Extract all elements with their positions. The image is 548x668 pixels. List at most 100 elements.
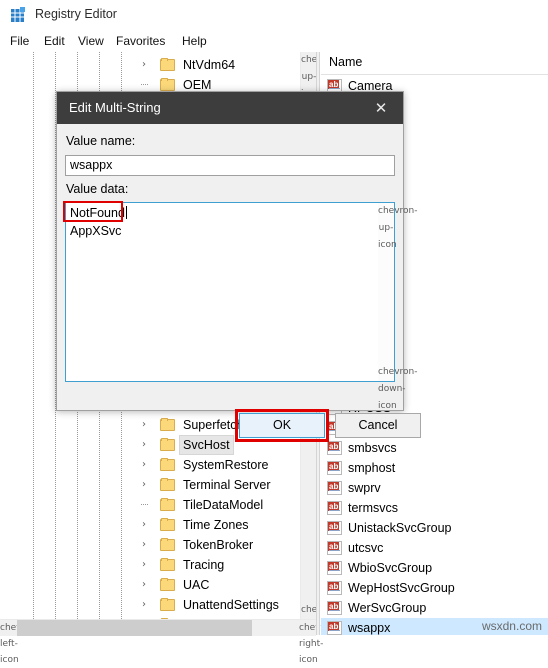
tree-item[interactable]: TileDataModel [0,495,300,515]
ok-highlight-box [235,409,329,442]
cancel-button[interactable]: Cancel [335,413,421,438]
menu-edit[interactable]: Edit [40,33,69,49]
chevron-up-icon[interactable]: chevron-up-icon [301,52,316,99]
registry-editor-icon [10,7,27,24]
tree-item-label: NtVdm64 [183,58,236,72]
chevron-up-icon[interactable]: chevron-up-icon [378,203,417,250]
value-name-label: Value name: [66,134,136,148]
folder-icon [160,558,175,571]
string-value-icon: ab [327,501,342,515]
text-caret [125,206,127,219]
string-value-icon: ab [327,561,342,575]
menu-favorites[interactable]: Favorites [112,33,169,49]
list-item[interactable]: ab UnistackSvcGroup [321,518,548,538]
folder-icon [160,58,175,71]
chevron-right-icon[interactable]: › [138,415,150,435]
list-item-label: UnistackSvcGroup [348,521,452,535]
list-item-label: swprv [348,481,381,495]
folder-icon [160,498,175,511]
tree-item-label: Terminal Server [183,478,271,492]
registry-editor-window: Registry Editor File Edit View Favorites… [0,0,548,665]
list-item-label: smbsvcs [348,441,397,455]
list-item[interactable]: ab utcsvc [321,538,548,558]
folder-icon [160,478,175,491]
tree-item[interactable]: › NtVdm64 [0,55,300,75]
tree-item-label: SvcHost [179,435,234,455]
folder-icon [160,538,175,551]
folder-icon [160,78,175,91]
list-item[interactable]: ab WepHostSvcGroup [321,578,548,598]
chevron-right-icon[interactable]: › [138,475,150,495]
value-data-content[interactable]: NotFound AppXSvc [67,204,377,380]
list-item[interactable]: ab WbioSvcGroup [321,558,548,578]
chevron-right-icon[interactable]: › [138,55,150,75]
tree-item[interactable]: › Time Zones [0,515,300,535]
folder-icon [160,458,175,471]
menu-file[interactable]: File [6,33,33,49]
folder-icon [160,578,175,591]
chevron-down-icon[interactable]: chevron-down-icon [301,602,316,619]
chevron-right-icon[interactable]: › [138,435,150,455]
list-item-label: WbioSvcGroup [348,561,433,575]
dialog-body: Value name: wsappx Value data: NotFound … [57,124,421,442]
chevron-down-icon[interactable]: chevron-down-icon [378,364,417,411]
tree-item-label: TokenBroker [183,538,254,552]
folder-icon [160,438,175,451]
list-item-label: WepHostSvcGroup [348,581,455,595]
chevron-left-icon[interactable]: chevron-left-icon [0,620,39,665]
tree-item[interactable]: › Terminal Server [0,475,300,495]
list-item-label: smphost [348,461,396,475]
folder-icon [160,518,175,531]
string-value-icon: ab [327,601,342,615]
list-item[interactable]: ab swprv [321,478,548,498]
chevron-right-icon[interactable]: › [138,515,150,535]
scrollbar-thumb[interactable] [17,620,252,636]
list-item[interactable]: ab smphost [321,458,548,478]
value-data-line: AppXSvc [70,224,122,238]
list-item-label: termsvcs [348,501,398,515]
value-data-label: Value data: [66,182,129,196]
menu-bar: File Edit View Favorites Help [0,30,548,52]
string-value-icon: ab [327,621,342,635]
chevron-right-icon[interactable]: › [138,555,150,575]
tree-item-label: UAC [183,578,210,592]
list-item-label: utcsvc [348,541,384,555]
value-name-input[interactable]: wsappx [65,155,395,176]
chevron-right-icon[interactable]: › [138,455,150,475]
list-item[interactable]: ab termsvcs [321,498,548,518]
tree-horizontal-scrollbar[interactable]: chevron-left-icon chevron-right-icon [0,619,338,665]
column-header-label: Name [329,55,363,69]
tree-item-label: TileDataModel [183,498,264,512]
edit-multi-string-dialog: Edit Multi-String ✕ Value name: wsappx V… [56,91,421,442]
list-item-label: WerSvcGroup [348,601,427,615]
menu-view[interactable]: View [74,33,108,49]
dialog-title: Edit Multi-String [69,100,161,115]
tree-item[interactable]: › Tracing [0,555,300,575]
tree-item[interactable]: › SystemRestore [0,455,300,475]
chevron-right-icon[interactable]: › [138,575,150,595]
chevron-right-icon[interactable]: › [138,535,150,555]
tree-item-label: UnattendSettings [183,598,279,612]
close-icon[interactable]: ✕ [359,92,403,124]
list-item[interactable]: ab smbsvcs [321,438,548,458]
list-item[interactable]: ab WerSvcGroup [321,598,548,618]
tree-item-label: Tracing [183,558,225,572]
window-title: Registry Editor [35,7,117,21]
chevron-right-icon[interactable]: › [138,595,150,615]
title-bar: Registry Editor [0,0,548,30]
folder-icon [160,418,175,431]
list-item-label: wsappx [348,621,391,635]
value-data-textarea[interactable]: NotFound AppXSvc chevron-up-icon chevron… [65,202,417,411]
string-value-icon: ab [327,581,342,595]
tree-item[interactable]: › UnattendSettings [0,595,300,615]
string-value-icon: ab [327,481,342,495]
column-header-name[interactable]: Name [321,52,548,75]
tree-item-label: Time Zones [183,518,249,532]
tree-item[interactable]: › TokenBroker [0,535,300,555]
tree-item[interactable]: › UAC [0,575,300,595]
folder-icon [160,598,175,611]
chevron-right-icon[interactable]: chevron-right-icon [299,620,338,665]
textarea-scrollbar[interactable]: chevron-up-icon chevron-down-icon [378,203,417,411]
string-value-icon: ab [327,441,342,455]
menu-help[interactable]: Help [178,33,211,49]
